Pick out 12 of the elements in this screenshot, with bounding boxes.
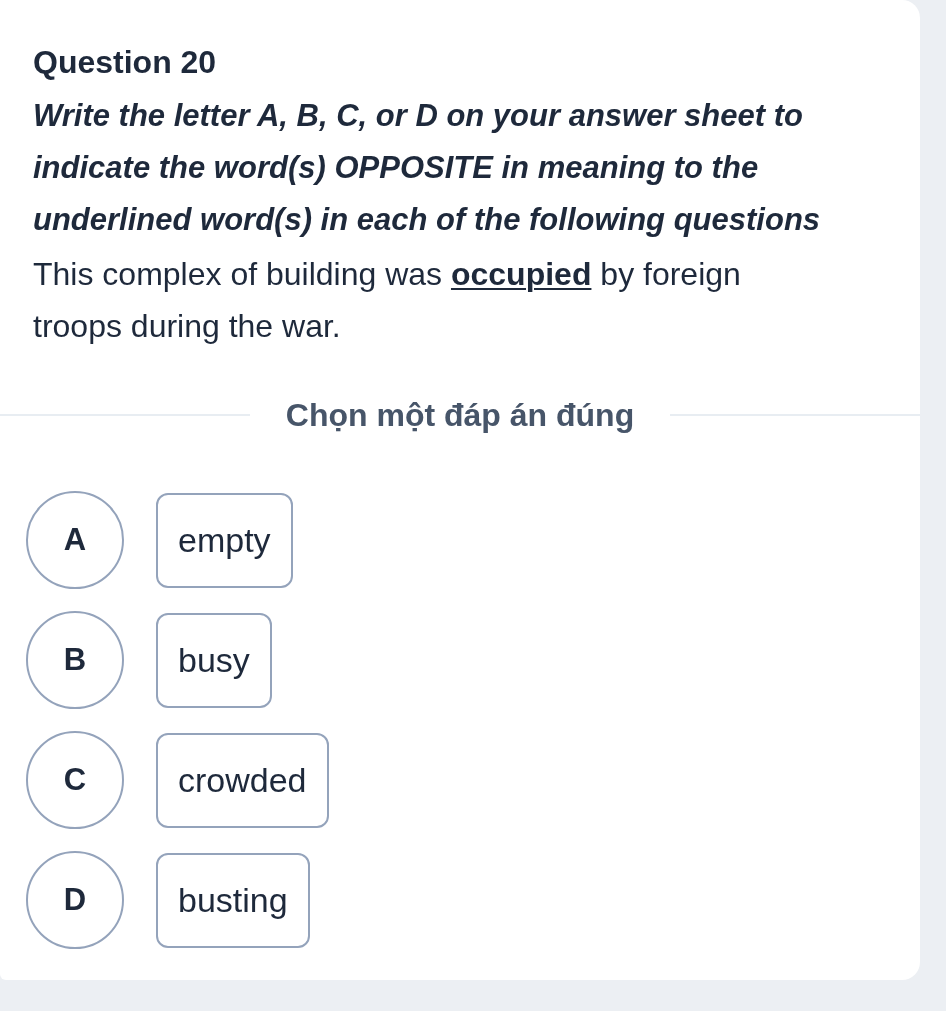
- answer-option[interactable]: empty: [156, 492, 293, 588]
- answer-option[interactable]: crowded: [156, 732, 329, 828]
- prompt-label: Chọn một đáp án đúng: [285, 396, 635, 435]
- answer-option[interactable]: busy: [156, 612, 272, 708]
- question-sentence: This complex of building was occupied by foreign troops during the war.: [33, 255, 742, 346]
- question-instruction: Write the letter A, B, C, or D on your answer sheet to indicate the word(s) OPPOSITE in meaning to the underlined word(s) in each of the following questions: [33, 97, 822, 239]
- answer-option[interactable]: busting: [156, 852, 310, 948]
- question-title: Question 20: [33, 43, 218, 82]
- option-letter-button[interactable]: A: [26, 491, 124, 589]
- option-letter-button[interactable]: C: [26, 731, 124, 829]
- option-letter-button[interactable]: B: [26, 611, 124, 709]
- option-letter-button[interactable]: D: [26, 851, 124, 949]
